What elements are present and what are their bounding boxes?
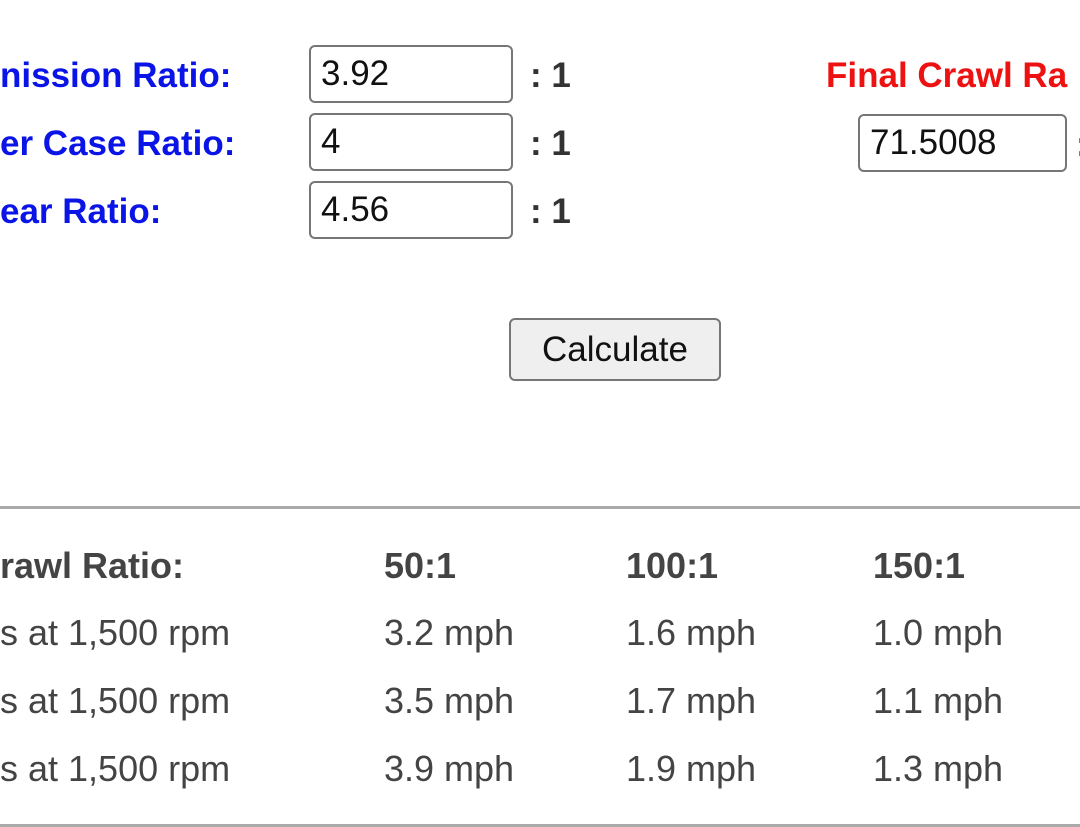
speed-cell: 1.3 mph: [873, 748, 1004, 789]
transmission-ratio-label: nission Ratio:: [0, 56, 232, 95]
axle-gear-ratio-input[interactable]: [309, 181, 513, 239]
transmission-ratio-input[interactable]: [309, 45, 513, 103]
ratio-suffix: : 1: [530, 192, 571, 231]
calculate-button[interactable]: Calculate: [509, 318, 721, 381]
header-150: 150:1: [873, 545, 966, 586]
speed-cell: 1.7 mph: [626, 680, 757, 721]
result-suffix: :: [1076, 125, 1080, 165]
row-label: s at 1,500 rpm: [0, 748, 231, 789]
row-label: s at 1,500 rpm: [0, 612, 231, 653]
final-crawl-ratio-output[interactable]: [858, 114, 1067, 172]
final-crawl-ratio-label: Final Crawl Ra: [826, 56, 1068, 95]
speed-cell: 1.9 mph: [626, 748, 757, 789]
transfer-case-ratio-label: er Case Ratio:: [0, 124, 236, 163]
header-crawl-ratio: rawl Ratio:: [0, 545, 185, 586]
header-100: 100:1: [626, 545, 719, 586]
speed-cell: 3.2 mph: [384, 612, 515, 653]
speed-cell: 1.6 mph: [626, 612, 757, 653]
ratio-suffix: : 1: [530, 124, 571, 163]
axle-gear-ratio-label: ear Ratio:: [0, 192, 162, 231]
speed-cell: 1.0 mph: [873, 612, 1004, 653]
divider-top: [0, 506, 1080, 509]
speed-cell: 3.9 mph: [384, 748, 515, 789]
ratio-suffix: : 1: [530, 56, 571, 95]
header-50: 50:1: [384, 545, 457, 586]
speed-cell: 1.1 mph: [873, 680, 1004, 721]
row-label: s at 1,500 rpm: [0, 680, 231, 721]
speed-cell: 3.5 mph: [384, 680, 515, 721]
transfer-case-ratio-input[interactable]: [309, 113, 513, 171]
